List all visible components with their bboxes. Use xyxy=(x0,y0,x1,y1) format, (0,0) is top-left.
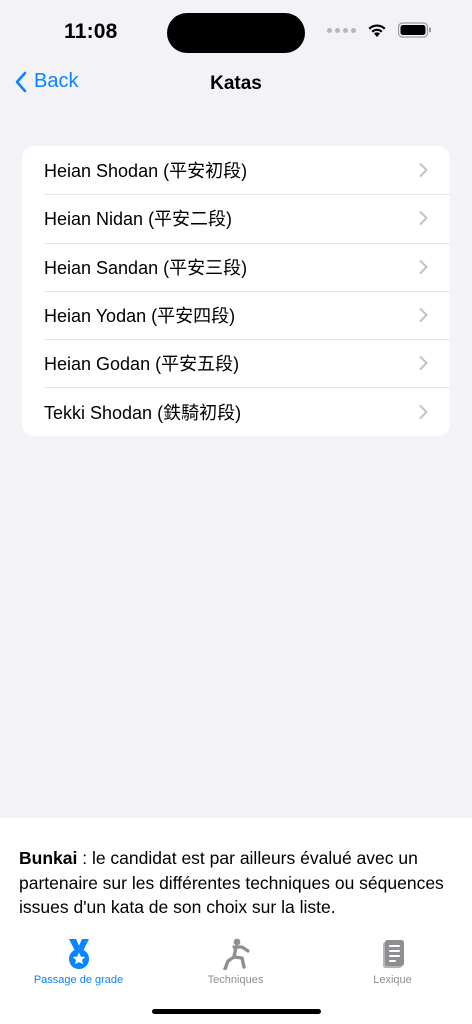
status-time: 11:08 xyxy=(64,20,118,43)
wifi-icon xyxy=(368,24,386,37)
chevron-right-icon xyxy=(419,404,428,419)
list-item-label: Heian Godan (平安五段) xyxy=(44,354,240,375)
tab-lexique[interactable]: Lexique xyxy=(314,936,471,986)
tab-label: Techniques xyxy=(207,974,264,986)
list-item-kata[interactable]: Heian Godan (平安五段) xyxy=(22,339,450,387)
status-bar: 11:08 xyxy=(0,0,472,64)
tab-passage-de-grade[interactable]: Passage de grade xyxy=(0,936,157,986)
list-item-label: Heian Yodan (平安四段) xyxy=(44,306,236,327)
medal-icon xyxy=(68,939,89,969)
list-item-label: Heian Nidan (平安二段) xyxy=(44,209,233,230)
status-icons xyxy=(327,22,432,38)
bunkai-term: Bunkai xyxy=(19,848,78,868)
chevron-right-icon xyxy=(419,259,428,274)
tab-bar: Passage de grade Techniques Lexique xyxy=(0,936,472,996)
page-title: Katas xyxy=(210,73,262,94)
list-item-label: Heian Sandan (平安三段) xyxy=(44,257,248,278)
list-item-kata[interactable]: Tekki Shodan (鉄騎初段) xyxy=(22,387,450,435)
chevron-right-icon xyxy=(419,211,428,226)
list-item-kata[interactable]: Heian Yodan (平安四段) xyxy=(22,290,450,339)
chevron-right-icon xyxy=(419,308,428,323)
dynamic-island xyxy=(167,13,305,53)
tab-techniques[interactable]: Techniques xyxy=(157,936,314,986)
figure-kick-icon xyxy=(222,938,250,970)
list-item-kata[interactable]: Heian Shodan (平安初段) xyxy=(22,146,450,194)
cellular-signal-icon xyxy=(327,27,356,33)
kata-list: Heian Shodan (平安初段) Heian Nidan (平安二段) H… xyxy=(22,146,450,436)
bottom-panel: Bunkai : le candidat est par ailleurs év… xyxy=(0,818,472,1024)
home-indicator[interactable] xyxy=(152,1009,321,1014)
list-item-label: Tekki Shodan (鉄騎初段) xyxy=(44,402,242,423)
bunkai-text: : le candidat est par ailleurs évalué av… xyxy=(19,848,444,917)
book-icon xyxy=(382,940,404,968)
navigation-bar: Back Katas xyxy=(0,64,472,104)
list-item-kata[interactable]: Heian Sandan (平安三段) xyxy=(22,242,450,291)
chevron-right-icon xyxy=(419,163,428,178)
tab-label: Passage de grade xyxy=(33,974,124,986)
tab-label: Lexique xyxy=(373,974,412,986)
list-item-kata[interactable]: Heian Nidan (平安二段) xyxy=(22,194,450,242)
list-item-label: Heian Shodan (平安初段) xyxy=(44,161,248,182)
battery-icon xyxy=(398,22,431,38)
bunkai-description: Bunkai : le candidat est par ailleurs év… xyxy=(19,846,459,920)
chevron-right-icon xyxy=(419,356,428,371)
